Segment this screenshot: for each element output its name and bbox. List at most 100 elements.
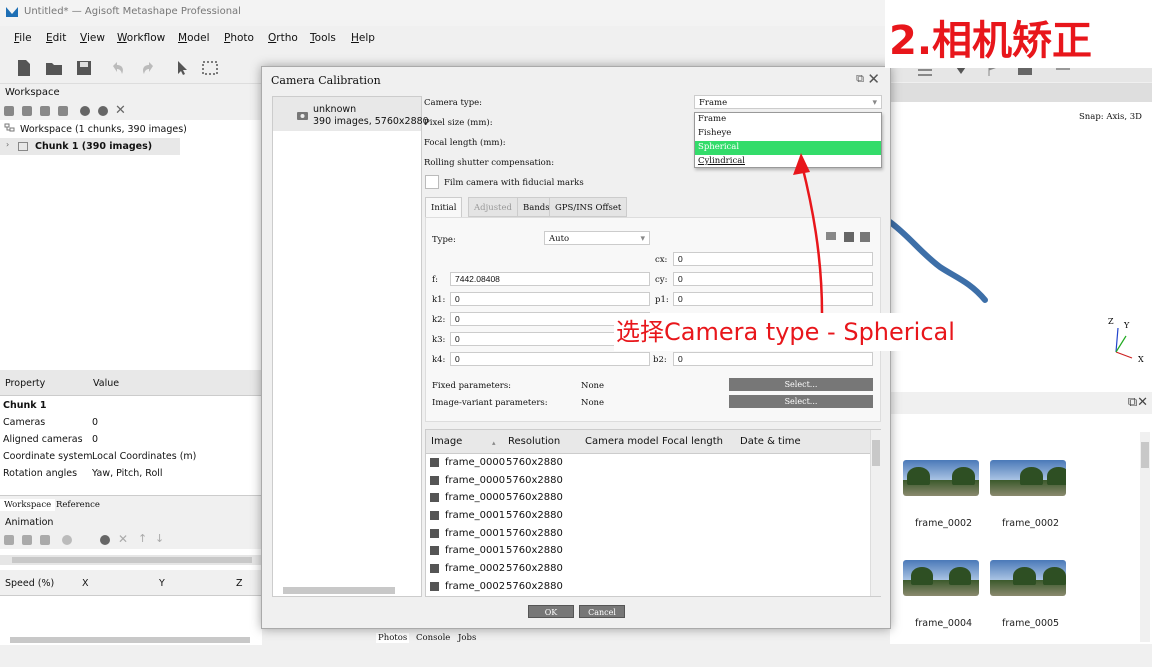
- tab-initial[interactable]: Initial: [425, 197, 463, 217]
- menu-photo[interactable]: Photo: [224, 32, 254, 44]
- table-row[interactable]: frame_0001 5760x2880: [426, 543, 866, 561]
- camera-group-item[interactable]: unknown 390 images, 5760x2880: [273, 97, 429, 131]
- animation-hscrollbar[interactable]: [10, 637, 250, 643]
- col-focal-length[interactable]: Focal length: [662, 436, 723, 447]
- table-vscrollbar[interactable]: [870, 430, 881, 596]
- property-col-header[interactable]: Property: [5, 378, 45, 389]
- option-frame[interactable]: Frame: [695, 113, 881, 127]
- move-down-icon[interactable]: ↓: [155, 532, 164, 545]
- save-calibration-icon[interactable]: [844, 232, 854, 242]
- menu-tools[interactable]: Tools: [310, 32, 336, 44]
- add-keyframe-icon[interactable]: [100, 535, 110, 545]
- new-track-icon[interactable]: [4, 535, 14, 545]
- col-camera-model[interactable]: Camera model: [585, 436, 659, 447]
- film-camera-checkbox[interactable]: [425, 175, 439, 189]
- chunk-row[interactable]: › Chunk 1 (390 images): [0, 138, 180, 155]
- menu-help[interactable]: Help: [351, 32, 375, 44]
- fixed-params-select-button[interactable]: Select...: [729, 378, 873, 391]
- menu-workflow[interactable]: Workflow: [117, 32, 165, 44]
- ok-button[interactable]: OK: [528, 605, 574, 618]
- tab-adjusted[interactable]: Adjusted: [468, 197, 518, 217]
- table-row[interactable]: frame_0001 5760x2880: [426, 526, 866, 544]
- menu-edit[interactable]: Edit: [46, 32, 66, 44]
- col-z[interactable]: Z: [236, 578, 243, 589]
- type-select[interactable]: Auto: [544, 231, 650, 245]
- add-photos-icon[interactable]: [22, 106, 32, 116]
- col-date-time[interactable]: Date & time: [740, 436, 801, 447]
- image-variant-select-button[interactable]: Select...: [729, 395, 873, 408]
- option-fisheye[interactable]: Fisheye: [695, 127, 881, 141]
- navigation-pointer-icon[interactable]: [172, 58, 192, 78]
- focal-length-label: Focal length (mm):: [424, 138, 506, 148]
- tab-photos[interactable]: Photos: [376, 633, 410, 643]
- reset-calibration-icon[interactable]: [860, 232, 870, 242]
- menu-ortho[interactable]: Ortho: [268, 32, 298, 44]
- table-row[interactable]: frame_0000 5760x2880: [426, 455, 866, 473]
- b2-field[interactable]: 0: [673, 352, 873, 366]
- close-icon[interactable]: ✕: [867, 70, 880, 88]
- p1-field[interactable]: 0: [673, 292, 873, 306]
- image-icon: [430, 476, 439, 485]
- menu-view[interactable]: View: [80, 32, 105, 44]
- table-row[interactable]: frame_0000 5760x2880: [426, 473, 866, 491]
- image-icon: [430, 529, 439, 538]
- tab-console[interactable]: Console: [416, 633, 450, 643]
- value-col-header[interactable]: Value: [93, 378, 119, 389]
- add-chunk-icon[interactable]: [4, 106, 14, 116]
- tab-jobs[interactable]: Jobs: [458, 633, 476, 643]
- table-row[interactable]: frame_0001 5760x2880: [426, 508, 866, 526]
- col-speed[interactable]: Speed (%): [5, 578, 54, 589]
- move-up-icon[interactable]: ↑: [138, 532, 147, 545]
- k1-field[interactable]: 0: [450, 292, 650, 306]
- undo-icon[interactable]: [108, 58, 128, 78]
- float-icon[interactable]: ⧉: [856, 72, 864, 86]
- enable-icon[interactable]: [80, 106, 90, 116]
- animation-timeline[interactable]: [0, 555, 262, 565]
- k4-field[interactable]: 0: [450, 352, 650, 366]
- row-image: frame_0001: [445, 510, 506, 521]
- rectangle-selection-icon[interactable]: [200, 58, 220, 78]
- animation-panel: Animation ✕ ↑ ↓ Speed (%) X Y Z: [0, 515, 262, 645]
- open-folder-icon[interactable]: [44, 58, 64, 78]
- record-icon[interactable]: [62, 535, 72, 545]
- cy-field[interactable]: 0: [673, 272, 873, 286]
- cx-field[interactable]: 0: [673, 252, 873, 266]
- photos-scrollbar[interactable]: [1140, 432, 1150, 642]
- col-resolution[interactable]: Resolution: [508, 436, 560, 447]
- photo-thumbnail[interactable]: [990, 560, 1066, 596]
- col-image[interactable]: Image: [431, 436, 462, 447]
- table-row[interactable]: frame_0002 5760x2880: [426, 579, 866, 597]
- camera-type-select[interactable]: Frame: [694, 95, 882, 109]
- tab-reference[interactable]: Reference: [56, 500, 100, 510]
- workspace-root[interactable]: Workspace (1 chunks, 390 images): [20, 124, 187, 135]
- table-row[interactable]: frame_0000 5760x2880: [426, 490, 866, 508]
- save-track-icon[interactable]: [40, 535, 50, 545]
- add-folder-icon[interactable]: [40, 106, 50, 116]
- rolling-shutter-label: Rolling shutter compensation:: [424, 158, 555, 168]
- open-track-icon[interactable]: [22, 535, 32, 545]
- image-icon: [430, 493, 439, 502]
- tab-workspace[interactable]: Workspace: [0, 499, 56, 511]
- cancel-button[interactable]: Cancel: [579, 605, 625, 618]
- save-icon[interactable]: [74, 58, 94, 78]
- col-x[interactable]: X: [82, 578, 89, 589]
- photo-thumbnail[interactable]: [903, 560, 979, 596]
- expand-arrow-icon[interactable]: ›: [6, 140, 9, 149]
- disable-icon[interactable]: [98, 106, 108, 116]
- delete-keyframe-icon[interactable]: ✕: [118, 532, 128, 546]
- f-field[interactable]: 7442.08408: [450, 272, 650, 286]
- photo-thumbnail[interactable]: [990, 460, 1066, 496]
- animation-toolbar: ✕ ↑ ↓: [0, 531, 262, 549]
- camera-list-hscrollbar[interactable]: [283, 587, 395, 594]
- add-marker-icon[interactable]: [58, 106, 68, 116]
- table-row[interactable]: frame_0002 5760x2880: [426, 561, 866, 579]
- menu-file[interactable]: File: [14, 32, 32, 44]
- tab-gps-ins-offset[interactable]: GPS/INS Offset: [549, 197, 628, 217]
- photo-thumbnail[interactable]: [903, 460, 979, 496]
- redo-icon[interactable]: [138, 58, 158, 78]
- panel-float-close-icon[interactable]: ⧉✕: [1128, 395, 1148, 410]
- new-document-icon[interactable]: [14, 58, 34, 78]
- remove-icon[interactable]: ✕: [115, 103, 126, 118]
- col-y[interactable]: Y: [159, 578, 165, 589]
- menu-model[interactable]: Model: [178, 32, 210, 44]
